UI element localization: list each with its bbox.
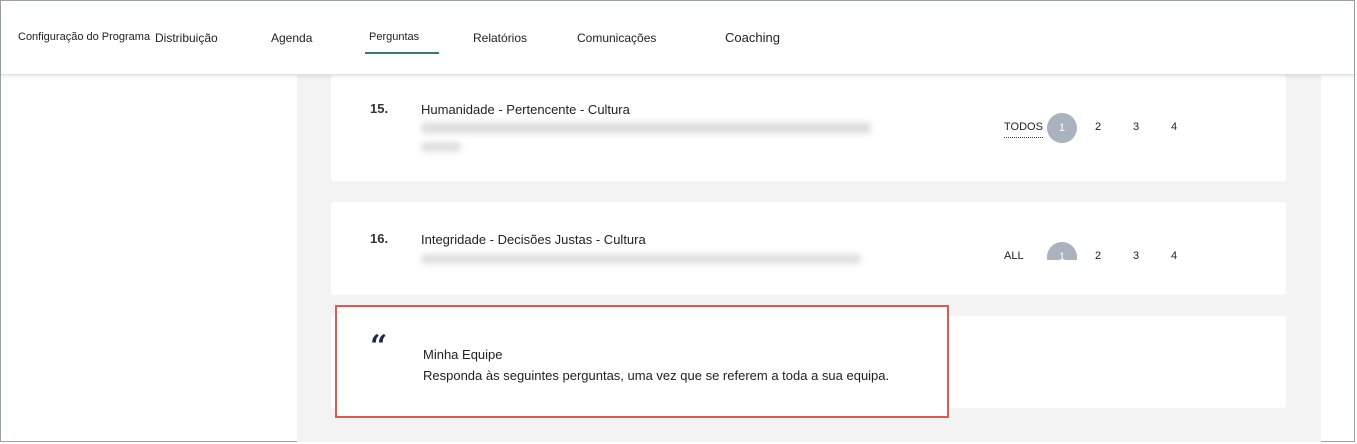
scale-option[interactable]: 3 bbox=[1133, 121, 1139, 133]
tab-coaching[interactable]: Coaching bbox=[725, 30, 780, 45]
question-card-16: 16. Integridade - Decisões Justas - Cult… bbox=[331, 202, 1286, 295]
tab-configuracao-do-programa[interactable]: Configuração do Programa bbox=[18, 31, 150, 43]
blurred-question-text bbox=[421, 122, 871, 134]
tab-perguntas[interactable]: Perguntas bbox=[364, 31, 440, 54]
response-scale-clip: ALL 1 2 3 4 bbox=[1004, 242, 1194, 260]
scale-option[interactable]: 2 bbox=[1095, 121, 1101, 133]
tab-agenda[interactable]: Agenda bbox=[271, 31, 312, 45]
question-title: Humanidade - Pertencente - Cultura bbox=[421, 102, 630, 117]
scale-option[interactable]: 3 bbox=[1133, 250, 1139, 260]
scale-option-selected[interactable]: 1 bbox=[1047, 113, 1077, 143]
blurred-question-text bbox=[421, 142, 461, 152]
question-number: 16. bbox=[370, 231, 389, 246]
question-number: 15. bbox=[370, 101, 389, 116]
section-title: Minha Equipe bbox=[423, 347, 503, 362]
top-navigation: Configuração do Programa Distribuição Ag… bbox=[1, 1, 1354, 75]
scale-option[interactable]: 4 bbox=[1171, 121, 1177, 133]
all-option[interactable]: TODOS bbox=[1004, 121, 1043, 138]
all-option[interactable]: ALL bbox=[1004, 250, 1024, 260]
blurred-question-text bbox=[421, 254, 861, 264]
scale-option[interactable]: 2 bbox=[1095, 250, 1101, 260]
tab-distribuicao[interactable]: Distribuição bbox=[155, 31, 218, 45]
question-card-15: 15. Humanidade - Pertencente - Cultura T… bbox=[331, 74, 1286, 181]
scale-option[interactable]: 4 bbox=[1171, 250, 1177, 260]
tab-comunicacoes[interactable]: Comunicações bbox=[577, 31, 656, 45]
tab-relatorios[interactable]: Relatórios bbox=[473, 31, 527, 45]
section-description: Responda às seguintes perguntas, uma vez… bbox=[423, 368, 890, 383]
quote-icon: “ bbox=[370, 329, 388, 364]
response-scale: TODOS 1 2 3 4 bbox=[1004, 113, 1184, 153]
response-scale: ALL 1 2 3 4 bbox=[1004, 242, 1184, 260]
question-title: Integridade - Decisões Justas - Cultura bbox=[421, 232, 646, 247]
section-header-highlight: “ Minha Equipe Responda às seguintes per… bbox=[335, 305, 949, 418]
scale-option-selected[interactable]: 1 bbox=[1047, 242, 1077, 260]
